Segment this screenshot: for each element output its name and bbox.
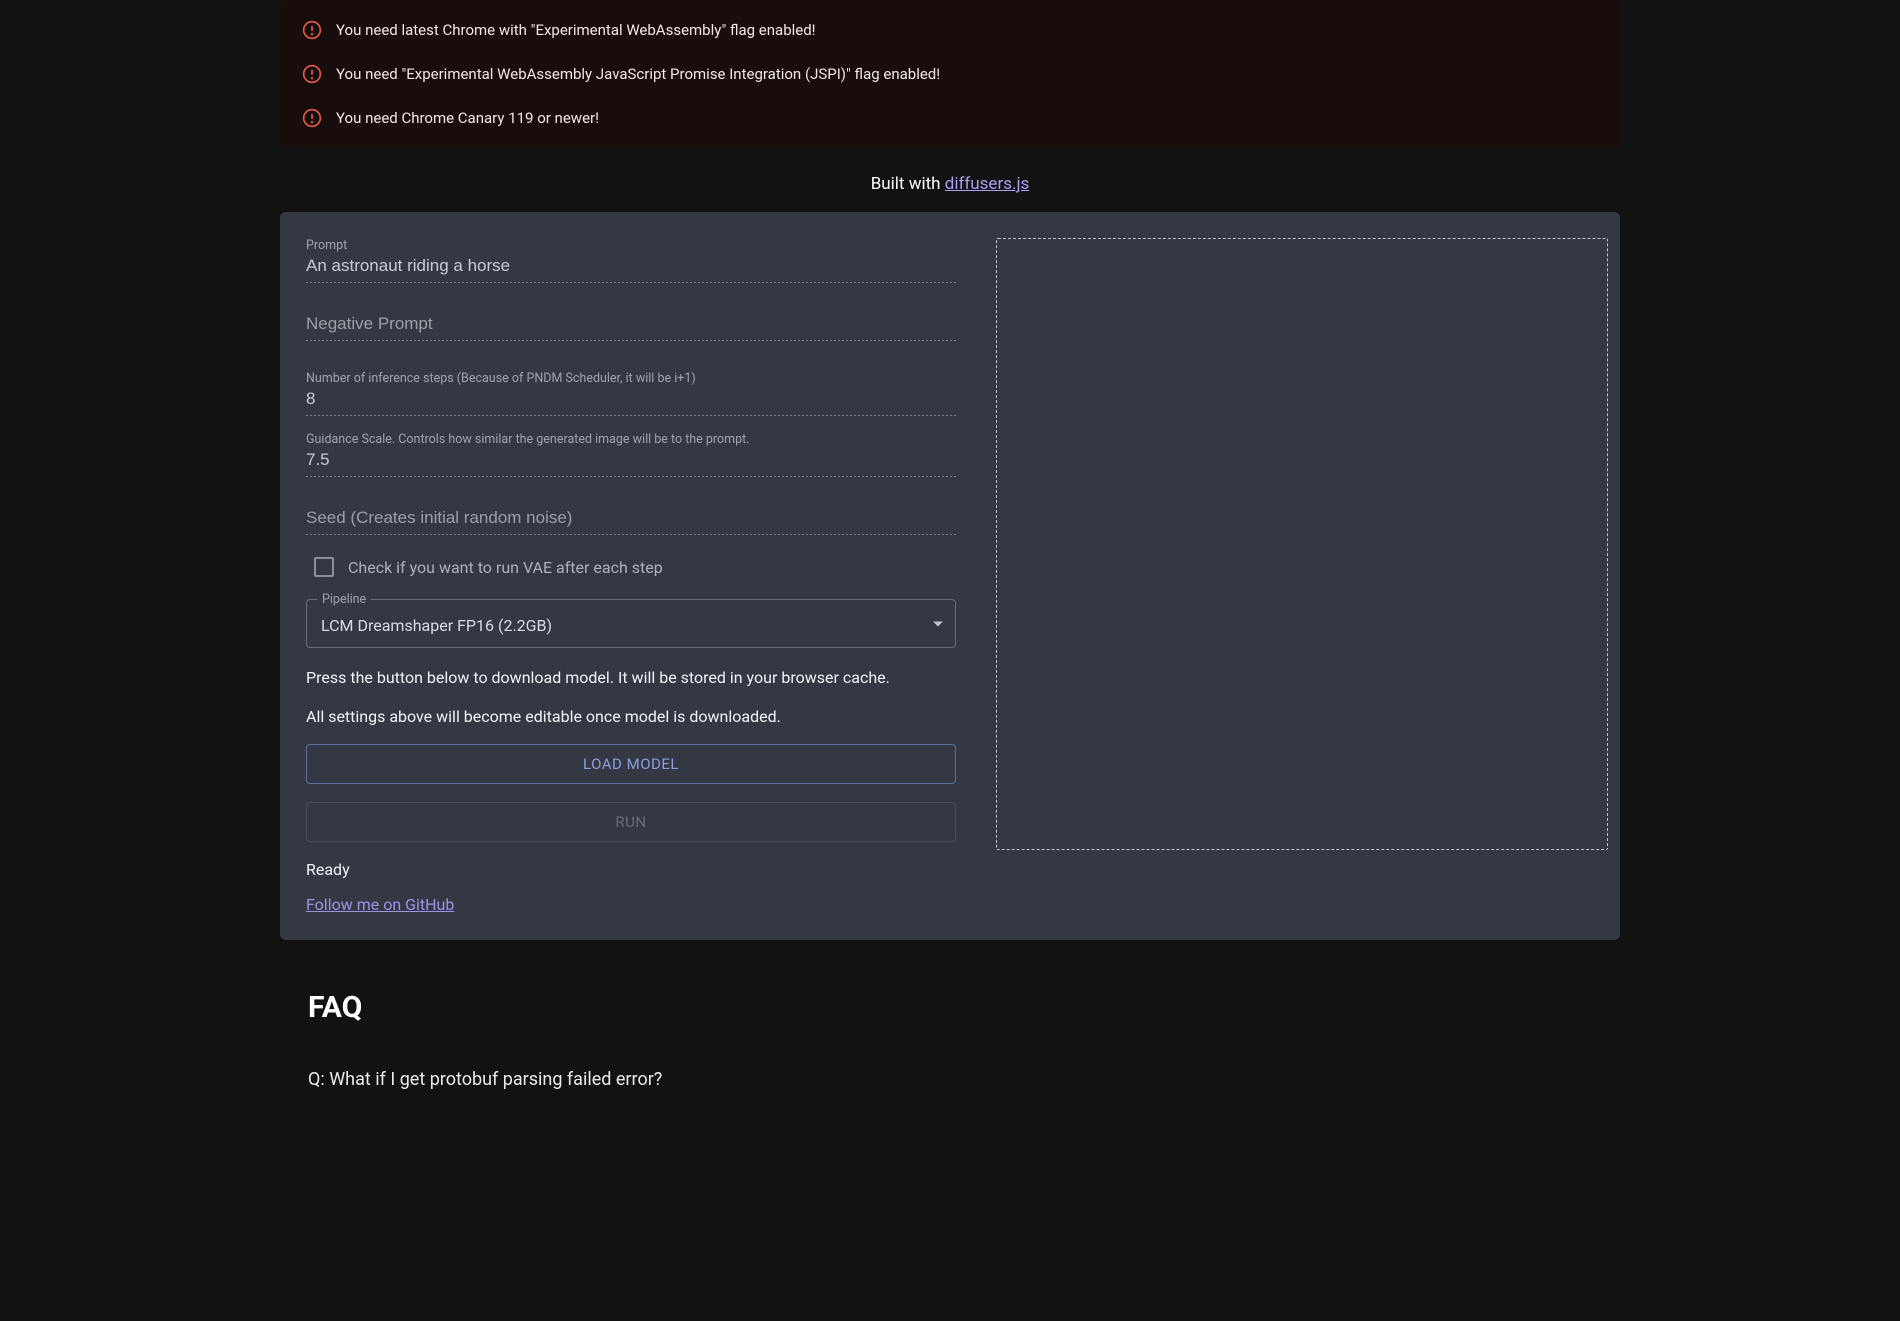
guidance-label: Guidance Scale. Controls how similar the… xyxy=(306,432,956,447)
guidance-input[interactable] xyxy=(306,449,956,476)
pipeline-select[interactable]: Pipeline LCM Dreamshaper FP16 (2.2GB) xyxy=(306,599,956,648)
seed-input[interactable] xyxy=(306,507,956,534)
preview-column xyxy=(996,238,1608,914)
alert-row: You need "Experimental WebAssembly JavaS… xyxy=(280,52,1620,96)
error-icon xyxy=(302,108,322,128)
faq-heading: FAQ xyxy=(308,990,1592,1025)
info-paragraph-1: Press the button below to download model… xyxy=(306,666,956,689)
chevron-down-icon xyxy=(933,621,943,626)
run-button[interactable]: RUN xyxy=(306,802,956,842)
steps-input[interactable] xyxy=(306,388,956,415)
load-model-button[interactable]: LOAD MODEL xyxy=(306,744,956,784)
built-with-prefix: Built with xyxy=(871,174,945,194)
info-paragraph-2: All settings above will become editable … xyxy=(306,705,956,728)
neg-prompt-input[interactable] xyxy=(306,313,956,340)
pipeline-legend: Pipeline xyxy=(317,592,371,607)
field-underline xyxy=(306,534,956,535)
field-underline xyxy=(306,476,956,477)
vae-checkbox-label: Check if you want to run VAE after each … xyxy=(348,558,663,577)
faq-question-1: Q: What if I get protobuf parsing failed… xyxy=(308,1069,1592,1090)
github-link[interactable]: Follow me on GitHub xyxy=(306,895,956,914)
faq-section: FAQ Q: What if I get protobuf parsing fa… xyxy=(280,940,1620,1090)
guidance-field: Guidance Scale. Controls how similar the… xyxy=(306,432,956,477)
field-underline xyxy=(306,415,956,416)
prompt-field: Prompt xyxy=(306,238,956,283)
seed-field xyxy=(306,507,956,535)
field-underline xyxy=(306,340,956,341)
vae-checkbox-row[interactable]: Check if you want to run VAE after each … xyxy=(306,551,956,599)
field-underline xyxy=(306,282,956,283)
main-panel: Prompt Number of inference steps (Becaus… xyxy=(280,212,1620,940)
prompt-input[interactable] xyxy=(306,255,956,282)
steps-field: Number of inference steps (Because of PN… xyxy=(306,371,956,416)
alerts-panel: You need latest Chrome with "Experimenta… xyxy=(280,0,1620,148)
alert-text: You need latest Chrome with "Experimenta… xyxy=(336,21,816,39)
status-text: Ready xyxy=(306,860,956,879)
error-icon xyxy=(302,64,322,84)
form-column: Prompt Number of inference steps (Becaus… xyxy=(306,238,956,914)
diffusers-link[interactable]: diffusers.js xyxy=(945,174,1030,194)
image-preview-placeholder xyxy=(996,238,1608,850)
checkbox-icon xyxy=(314,557,334,577)
built-with-line: Built with diffusers.js xyxy=(280,168,1620,212)
error-icon xyxy=(302,20,322,40)
alert-text: You need Chrome Canary 119 or newer! xyxy=(336,109,599,127)
steps-label: Number of inference steps (Because of PN… xyxy=(306,371,956,386)
alert-row: You need latest Chrome with "Experimenta… xyxy=(280,8,1620,52)
prompt-label: Prompt xyxy=(306,238,956,253)
pipeline-value: LCM Dreamshaper FP16 (2.2GB) xyxy=(321,616,552,635)
neg-prompt-field xyxy=(306,313,956,341)
alert-row: You need Chrome Canary 119 or newer! xyxy=(280,96,1620,140)
alert-text: You need "Experimental WebAssembly JavaS… xyxy=(336,65,940,83)
